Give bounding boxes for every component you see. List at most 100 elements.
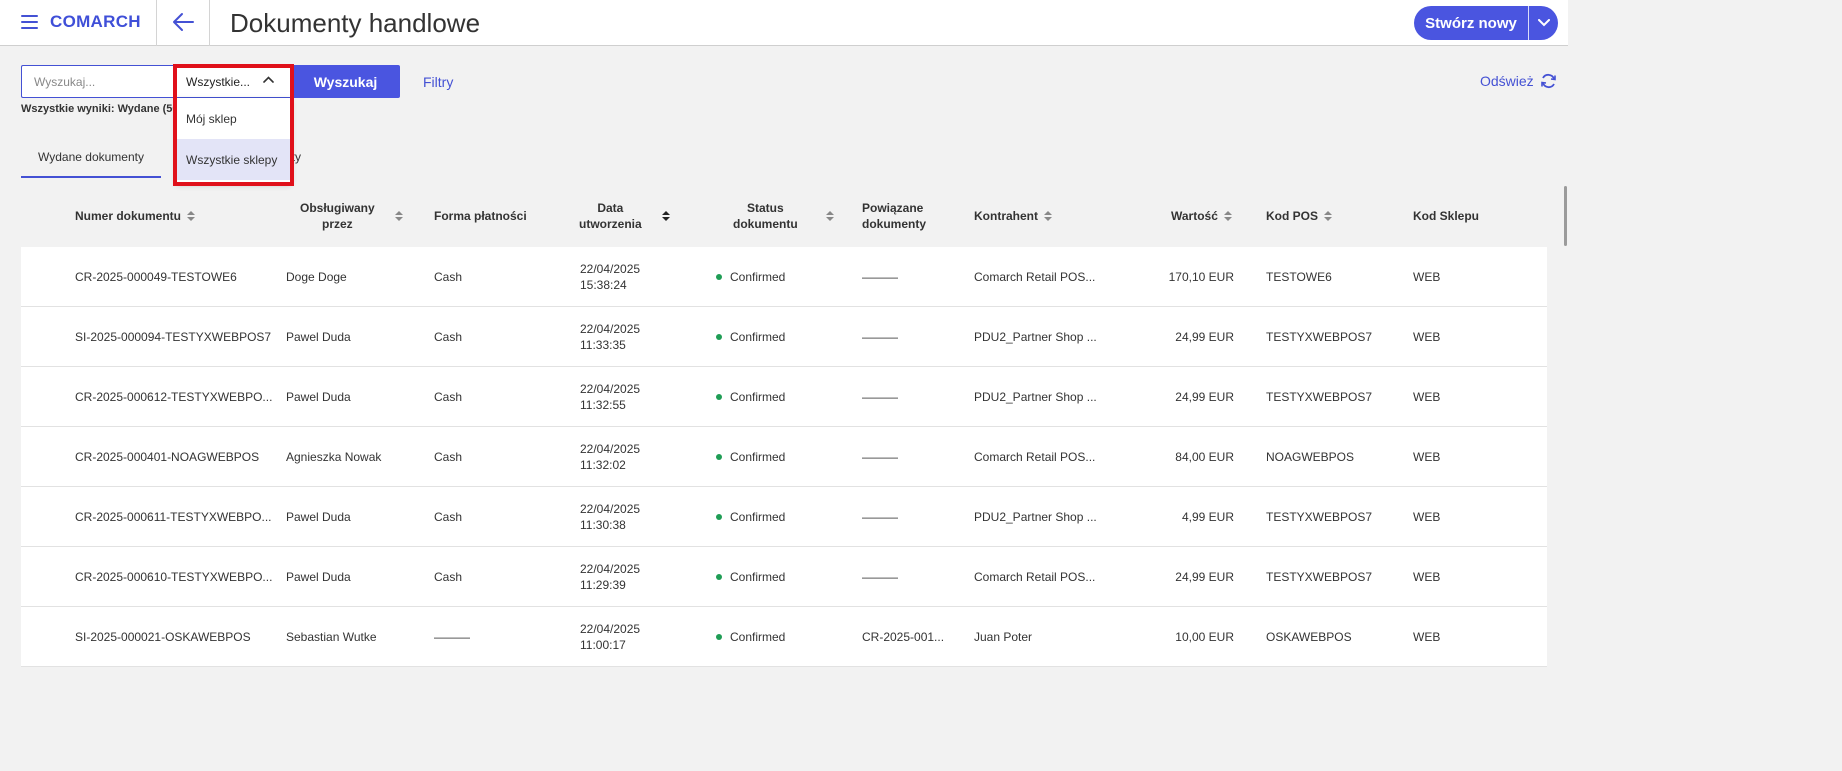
table-row[interactable]: CR-2025-000401-NOAGWEBPOS Agnieszka Nowak… — [21, 427, 1547, 487]
cell-served-by: Pawel Duda — [286, 367, 351, 427]
cell-payment: Cash — [434, 247, 462, 307]
documents-table: Numer dokumentu Obsługiwany przez Forma p… — [21, 186, 1547, 667]
cell-document-number: CR-2025-000401-NOAGWEBPOS — [75, 427, 259, 487]
cell-related-docs: ——— — [862, 247, 898, 307]
cell-related-docs-text: ——— — [862, 570, 898, 584]
cell-payment-text: Cash — [434, 270, 463, 284]
column-header-label: Data utworzenia — [579, 200, 642, 232]
column-header-date[interactable]: Data utworzenia — [579, 200, 670, 232]
vertical-scrollbar[interactable] — [1564, 186, 1567, 246]
cell-shop-code-text: WEB — [1413, 450, 1441, 464]
store-scope-select[interactable]: Wszystkie... — [176, 65, 291, 98]
table-row[interactable]: CR-2025-000610-TESTYXWEBPO... Pawel Duda C… — [21, 547, 1547, 607]
column-header-value[interactable]: Wartość — [1171, 208, 1232, 224]
cell-document-number-text: SI-2025-000021-OSKAWEBPOS — [75, 630, 251, 644]
create-new-dropdown-toggle[interactable] — [1529, 6, 1558, 40]
page-title: Dokumenty handlowe — [230, 8, 481, 38]
column-header-label: Kod POS — [1266, 209, 1319, 223]
refresh-icon — [1540, 73, 1556, 89]
refresh-button[interactable]: Odśwież — [1480, 73, 1557, 89]
column-header-shop: Kod Sklepu — [1413, 209, 1480, 223]
cell-shop-code: WEB — [1413, 247, 1440, 307]
column-header-related: Powiązane dokumenty — [862, 200, 926, 232]
time-text: 15:38:24 — [580, 278, 627, 292]
cell-served-by-text: Pawel Duda — [286, 570, 351, 584]
cell-pos-code-text: TESTYXWEBPOS7 — [1266, 390, 1373, 404]
search-button[interactable]: Wyszukaj — [291, 65, 400, 98]
store-scope-value: Wszystkie... — [186, 74, 251, 89]
cell-value: 24,99 EUR — [1131, 547, 1234, 607]
header-line-2: utworzenia — [579, 217, 642, 231]
results-summary: Wszystkie wyniki: Wydane (50 — [21, 103, 179, 115]
cell-created-date: 22/04/2025 11:30:38 — [580, 487, 640, 547]
cell-value: 24,99 EUR — [1131, 367, 1234, 427]
cell-contractor-text: Comarch Retail POS... — [974, 570, 1096, 584]
header-line-1: Obsługiwany — [300, 201, 375, 215]
cell-pos-code-text: NOAGWEBPOS — [1266, 450, 1355, 464]
cell-contractor-text: Comarch Retail POS... — [974, 450, 1096, 464]
cell-created-date: 22/04/2025 11:00:17 — [580, 607, 640, 667]
table-row[interactable]: SI-2025-000021-OSKAWEBPOS Sebastian Wutke… — [21, 607, 1547, 667]
status-text: Confirmed — [730, 270, 786, 284]
table-row[interactable]: CR-2025-000611-TESTYXWEBPO... Pawel Duda C… — [21, 487, 1547, 547]
cell-related-docs: ——— — [862, 367, 898, 427]
status-dot-icon — [716, 574, 722, 580]
cell-value-text: 170,10 EUR — [1168, 270, 1234, 284]
cell-value: 10,00 EUR — [1131, 607, 1234, 667]
time-text: 11:29:39 — [580, 578, 626, 592]
column-header-label: Numer dokumentu — [75, 209, 182, 223]
column-header-contractor[interactable]: Kontrahent — [974, 208, 1052, 224]
cell-served-by: Pawel Duda — [286, 307, 351, 367]
sort-icon — [1044, 211, 1052, 221]
cell-served-by: Sebastian Wutke — [286, 607, 377, 667]
cell-payment-text: Cash — [434, 330, 463, 344]
column-header-label: Wartość — [1171, 209, 1218, 223]
column-header-status[interactable]: Status dokumentu — [733, 200, 834, 232]
filters-link[interactable]: Filtry — [423, 74, 453, 90]
table-row[interactable]: CR-2025-000049-TESTOWE6 Doge Doge Cash 22/0… — [21, 247, 1547, 307]
cell-contractor: Comarch Retail POS... — [974, 427, 1095, 487]
table-row[interactable]: SI-2025-000094-TESTYXWEBPOS7 Pawel Duda Ca… — [21, 307, 1547, 367]
status-text: Confirmed — [730, 390, 786, 404]
cell-status: Confirmed — [716, 607, 785, 667]
dropdown-option-all-stores[interactable]: Wszystkie sklepy — [176, 139, 291, 180]
header-line-2: dokumentu — [733, 217, 798, 231]
back-arrow-icon[interactable] — [172, 12, 194, 32]
header-line-1: Powiązane — [862, 201, 924, 215]
cell-served-by: Pawel Duda — [286, 547, 351, 607]
date-text: 22/04/2025 — [580, 622, 641, 636]
column-header-number[interactable]: Numer dokumentu — [75, 208, 196, 224]
dropdown-option-my-store[interactable]: Mój sklep — [176, 98, 291, 139]
create-new-button[interactable]: Stwórz nowy — [1414, 6, 1558, 40]
date-text: 22/04/2025 — [580, 562, 641, 576]
header-line-2: przez — [322, 217, 353, 231]
cell-payment: Cash — [434, 547, 462, 607]
header-divider — [156, 0, 157, 46]
column-header-pos[interactable]: Kod POS — [1266, 208, 1333, 224]
cell-served-by-text: Doge Doge — [286, 270, 347, 284]
date-text: 22/04/2025 — [580, 322, 641, 336]
status-text: Confirmed — [730, 330, 786, 344]
cell-contractor-text: PDU2_Partner Shop ... — [974, 390, 1097, 404]
hamburger-menu-icon[interactable] — [21, 15, 38, 29]
cell-shop-code-text: WEB — [1413, 270, 1441, 284]
cell-contractor-text: Comarch Retail POS... — [974, 270, 1096, 284]
status-text: Confirmed — [730, 570, 786, 584]
cell-value-text: 10,00 EUR — [1175, 630, 1234, 644]
cell-pos-code: NOAGWEBPOS — [1266, 427, 1354, 487]
cell-pos-code: TESTYXWEBPOS7 — [1266, 547, 1372, 607]
cell-shop-code-text: WEB — [1413, 330, 1441, 344]
column-header-served-by[interactable]: Obsługiwany przez — [300, 200, 403, 232]
search-input[interactable] — [21, 65, 179, 98]
cell-shop-code: WEB — [1413, 367, 1440, 427]
tab-issued-documents[interactable]: Wydane dokumenty — [21, 142, 161, 178]
time-text: 11:32:55 — [580, 398, 626, 412]
column-header-label: Obsługiwany przez — [300, 200, 375, 232]
status-text: Confirmed — [730, 630, 786, 644]
table-row[interactable]: CR-2025-000612-TESTYXWEBPO... Pawel Duda C… — [21, 367, 1547, 427]
comarch-logo: COMARCH — [50, 12, 141, 31]
cell-pos-code-text: TESTYXWEBPOS7 — [1266, 570, 1373, 584]
cell-served-by-text: Agnieszka Nowak — [286, 450, 382, 464]
cell-related-docs-text: ——— — [862, 390, 898, 404]
table-body: CR-2025-000049-TESTOWE6 Doge Doge Cash 22/0… — [21, 247, 1547, 667]
